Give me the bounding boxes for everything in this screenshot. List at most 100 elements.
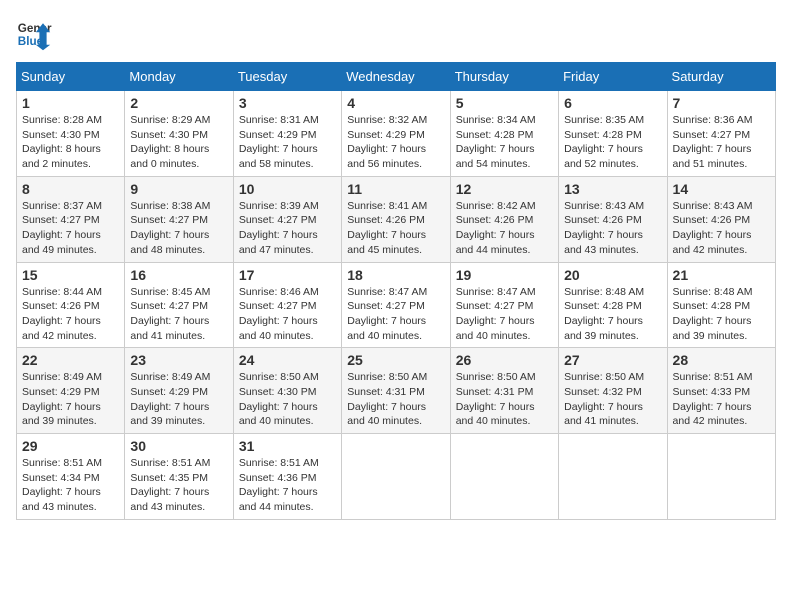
calendar-cell: 6 Sunrise: 8:35 AMSunset: 4:28 PMDayligh… (559, 91, 667, 177)
day-detail: Sunrise: 8:32 AMSunset: 4:29 PMDaylight:… (347, 114, 427, 170)
calendar-cell (559, 434, 667, 520)
day-detail: Sunrise: 8:34 AMSunset: 4:28 PMDaylight:… (456, 114, 536, 170)
day-number: 14 (673, 181, 770, 197)
column-header-tuesday: Tuesday (233, 63, 341, 91)
day-detail: Sunrise: 8:38 AMSunset: 4:27 PMDaylight:… (130, 200, 210, 256)
calendar-header-row: SundayMondayTuesdayWednesdayThursdayFrid… (17, 63, 776, 91)
day-detail: Sunrise: 8:50 AMSunset: 4:31 PMDaylight:… (456, 371, 536, 427)
day-number: 25 (347, 352, 444, 368)
day-detail: Sunrise: 8:50 AMSunset: 4:32 PMDaylight:… (564, 371, 644, 427)
day-detail: Sunrise: 8:51 AMSunset: 4:34 PMDaylight:… (22, 457, 102, 513)
calendar-cell: 14 Sunrise: 8:43 AMSunset: 4:26 PMDaylig… (667, 176, 775, 262)
day-number: 28 (673, 352, 770, 368)
column-header-saturday: Saturday (667, 63, 775, 91)
calendar-table: SundayMondayTuesdayWednesdayThursdayFrid… (16, 62, 776, 520)
day-detail: Sunrise: 8:41 AMSunset: 4:26 PMDaylight:… (347, 200, 427, 256)
day-detail: Sunrise: 8:51 AMSunset: 4:36 PMDaylight:… (239, 457, 319, 513)
day-number: 26 (456, 352, 553, 368)
calendar-cell (667, 434, 775, 520)
calendar-week-row: 8 Sunrise: 8:37 AMSunset: 4:27 PMDayligh… (17, 176, 776, 262)
calendar-cell: 4 Sunrise: 8:32 AMSunset: 4:29 PMDayligh… (342, 91, 450, 177)
calendar-cell: 7 Sunrise: 8:36 AMSunset: 4:27 PMDayligh… (667, 91, 775, 177)
day-detail: Sunrise: 8:43 AMSunset: 4:26 PMDaylight:… (673, 200, 753, 256)
calendar-cell: 23 Sunrise: 8:49 AMSunset: 4:29 PMDaylig… (125, 348, 233, 434)
day-detail: Sunrise: 8:42 AMSunset: 4:26 PMDaylight:… (456, 200, 536, 256)
day-number: 4 (347, 95, 444, 111)
day-detail: Sunrise: 8:48 AMSunset: 4:28 PMDaylight:… (673, 286, 753, 342)
day-number: 22 (22, 352, 119, 368)
calendar-cell: 1 Sunrise: 8:28 AMSunset: 4:30 PMDayligh… (17, 91, 125, 177)
day-detail: Sunrise: 8:39 AMSunset: 4:27 PMDaylight:… (239, 200, 319, 256)
day-detail: Sunrise: 8:44 AMSunset: 4:26 PMDaylight:… (22, 286, 102, 342)
calendar-cell: 20 Sunrise: 8:48 AMSunset: 4:28 PMDaylig… (559, 262, 667, 348)
day-number: 10 (239, 181, 336, 197)
day-detail: Sunrise: 8:45 AMSunset: 4:27 PMDaylight:… (130, 286, 210, 342)
day-number: 1 (22, 95, 119, 111)
calendar-week-row: 29 Sunrise: 8:51 AMSunset: 4:34 PMDaylig… (17, 434, 776, 520)
calendar-cell: 5 Sunrise: 8:34 AMSunset: 4:28 PMDayligh… (450, 91, 558, 177)
calendar-cell: 27 Sunrise: 8:50 AMSunset: 4:32 PMDaylig… (559, 348, 667, 434)
column-header-thursday: Thursday (450, 63, 558, 91)
day-number: 5 (456, 95, 553, 111)
calendar-cell: 16 Sunrise: 8:45 AMSunset: 4:27 PMDaylig… (125, 262, 233, 348)
calendar-cell: 21 Sunrise: 8:48 AMSunset: 4:28 PMDaylig… (667, 262, 775, 348)
calendar-cell (450, 434, 558, 520)
calendar-cell: 18 Sunrise: 8:47 AMSunset: 4:27 PMDaylig… (342, 262, 450, 348)
day-number: 20 (564, 267, 661, 283)
logo-icon: General Blue (16, 16, 52, 52)
calendar-cell: 25 Sunrise: 8:50 AMSunset: 4:31 PMDaylig… (342, 348, 450, 434)
day-number: 29 (22, 438, 119, 454)
day-number: 31 (239, 438, 336, 454)
day-detail: Sunrise: 8:51 AMSunset: 4:35 PMDaylight:… (130, 457, 210, 513)
calendar-cell (342, 434, 450, 520)
day-number: 16 (130, 267, 227, 283)
day-number: 30 (130, 438, 227, 454)
day-number: 18 (347, 267, 444, 283)
day-detail: Sunrise: 8:35 AMSunset: 4:28 PMDaylight:… (564, 114, 644, 170)
calendar-week-row: 15 Sunrise: 8:44 AMSunset: 4:26 PMDaylig… (17, 262, 776, 348)
page-header: General Blue (16, 16, 776, 52)
day-number: 27 (564, 352, 661, 368)
day-number: 3 (239, 95, 336, 111)
calendar-cell: 11 Sunrise: 8:41 AMSunset: 4:26 PMDaylig… (342, 176, 450, 262)
day-number: 13 (564, 181, 661, 197)
day-number: 15 (22, 267, 119, 283)
day-detail: Sunrise: 8:47 AMSunset: 4:27 PMDaylight:… (347, 286, 427, 342)
calendar-cell: 17 Sunrise: 8:46 AMSunset: 4:27 PMDaylig… (233, 262, 341, 348)
calendar-cell: 19 Sunrise: 8:47 AMSunset: 4:27 PMDaylig… (450, 262, 558, 348)
calendar-cell: 31 Sunrise: 8:51 AMSunset: 4:36 PMDaylig… (233, 434, 341, 520)
day-number: 11 (347, 181, 444, 197)
calendar-cell: 22 Sunrise: 8:49 AMSunset: 4:29 PMDaylig… (17, 348, 125, 434)
day-detail: Sunrise: 8:47 AMSunset: 4:27 PMDaylight:… (456, 286, 536, 342)
day-detail: Sunrise: 8:49 AMSunset: 4:29 PMDaylight:… (130, 371, 210, 427)
column-header-monday: Monday (125, 63, 233, 91)
calendar-cell: 12 Sunrise: 8:42 AMSunset: 4:26 PMDaylig… (450, 176, 558, 262)
logo: General Blue (16, 16, 52, 52)
day-number: 2 (130, 95, 227, 111)
day-number: 19 (456, 267, 553, 283)
calendar-cell: 13 Sunrise: 8:43 AMSunset: 4:26 PMDaylig… (559, 176, 667, 262)
day-number: 9 (130, 181, 227, 197)
calendar-cell: 10 Sunrise: 8:39 AMSunset: 4:27 PMDaylig… (233, 176, 341, 262)
calendar-cell: 24 Sunrise: 8:50 AMSunset: 4:30 PMDaylig… (233, 348, 341, 434)
day-detail: Sunrise: 8:50 AMSunset: 4:30 PMDaylight:… (239, 371, 319, 427)
day-detail: Sunrise: 8:49 AMSunset: 4:29 PMDaylight:… (22, 371, 102, 427)
calendar-cell: 9 Sunrise: 8:38 AMSunset: 4:27 PMDayligh… (125, 176, 233, 262)
day-number: 12 (456, 181, 553, 197)
calendar-cell: 15 Sunrise: 8:44 AMSunset: 4:26 PMDaylig… (17, 262, 125, 348)
day-number: 17 (239, 267, 336, 283)
calendar-cell: 8 Sunrise: 8:37 AMSunset: 4:27 PMDayligh… (17, 176, 125, 262)
day-number: 8 (22, 181, 119, 197)
day-detail: Sunrise: 8:43 AMSunset: 4:26 PMDaylight:… (564, 200, 644, 256)
day-number: 24 (239, 352, 336, 368)
day-number: 21 (673, 267, 770, 283)
calendar-cell: 3 Sunrise: 8:31 AMSunset: 4:29 PMDayligh… (233, 91, 341, 177)
day-detail: Sunrise: 8:31 AMSunset: 4:29 PMDaylight:… (239, 114, 319, 170)
day-number: 7 (673, 95, 770, 111)
calendar-week-row: 22 Sunrise: 8:49 AMSunset: 4:29 PMDaylig… (17, 348, 776, 434)
calendar-cell: 30 Sunrise: 8:51 AMSunset: 4:35 PMDaylig… (125, 434, 233, 520)
calendar-cell: 28 Sunrise: 8:51 AMSunset: 4:33 PMDaylig… (667, 348, 775, 434)
calendar-cell: 2 Sunrise: 8:29 AMSunset: 4:30 PMDayligh… (125, 91, 233, 177)
column-header-sunday: Sunday (17, 63, 125, 91)
column-header-friday: Friday (559, 63, 667, 91)
